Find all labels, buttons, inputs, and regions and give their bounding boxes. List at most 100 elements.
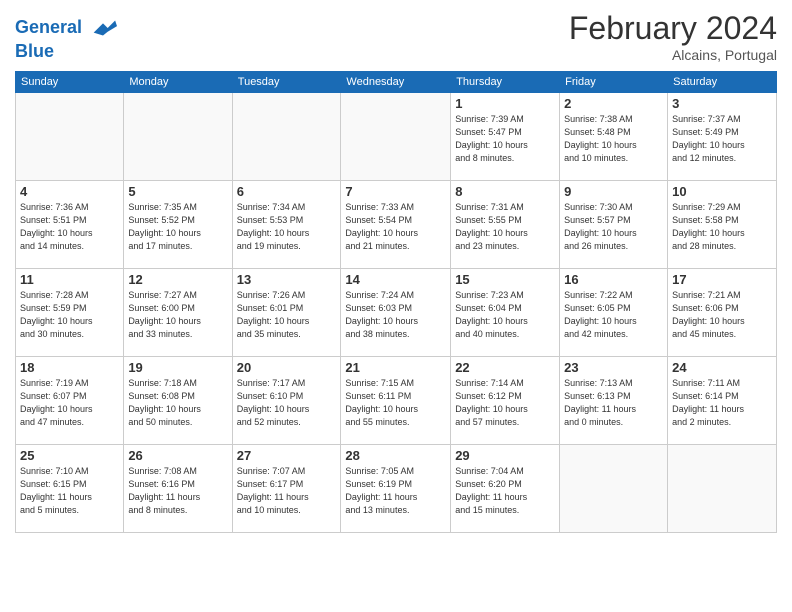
day-info: Sunrise: 7:29 AMSunset: 5:58 PMDaylight:… (672, 201, 772, 253)
day-number: 12 (128, 272, 227, 287)
day-info: Sunrise: 7:10 AMSunset: 6:15 PMDaylight:… (20, 465, 119, 517)
month-title: February 2024 (569, 10, 777, 47)
day-info: Sunrise: 7:14 AMSunset: 6:12 PMDaylight:… (455, 377, 555, 429)
logo-blue: Blue (15, 42, 117, 62)
day-info: Sunrise: 7:15 AMSunset: 6:11 PMDaylight:… (345, 377, 446, 429)
table-cell (124, 93, 232, 181)
logo-text: General (15, 14, 117, 42)
table-cell: 26 Sunrise: 7:08 AMSunset: 6:16 PMDayligh… (124, 445, 232, 533)
table-cell: 24 Sunrise: 7:11 AMSunset: 6:14 PMDayligh… (668, 357, 777, 445)
table-cell: 6 Sunrise: 7:34 AMSunset: 5:53 PMDaylight… (232, 181, 341, 269)
day-number: 16 (564, 272, 663, 287)
day-number: 24 (672, 360, 772, 375)
day-number: 11 (20, 272, 119, 287)
day-info: Sunrise: 7:26 AMSunset: 6:01 PMDaylight:… (237, 289, 337, 341)
day-number: 25 (20, 448, 119, 463)
day-info: Sunrise: 7:21 AMSunset: 6:06 PMDaylight:… (672, 289, 772, 341)
table-cell: 4 Sunrise: 7:36 AMSunset: 5:51 PMDaylight… (16, 181, 124, 269)
table-cell (16, 93, 124, 181)
table-cell: 23Sunrise: 7:13 AMSunset: 6:13 PMDayligh… (560, 357, 668, 445)
week-row-4: 18 Sunrise: 7:19 AMSunset: 6:07 PMDayligh… (16, 357, 777, 445)
table-cell: 16 Sunrise: 7:22 AMSunset: 6:05 PMDayligh… (560, 269, 668, 357)
table-cell (341, 93, 451, 181)
day-number: 1 (455, 96, 555, 111)
day-info: Sunrise: 7:05 AMSunset: 6:19 PMDaylight:… (345, 465, 446, 517)
table-cell: 21 Sunrise: 7:15 AMSunset: 6:11 PMDayligh… (341, 357, 451, 445)
table-cell: 7 Sunrise: 7:33 AMSunset: 5:54 PMDaylight… (341, 181, 451, 269)
table-cell: 3Sunrise: 7:37 AMSunset: 5:49 PMDaylight… (668, 93, 777, 181)
day-info: Sunrise: 7:30 AMSunset: 5:57 PMDaylight:… (564, 201, 663, 253)
table-cell: 5 Sunrise: 7:35 AMSunset: 5:52 PMDaylight… (124, 181, 232, 269)
table-cell: 20Sunrise: 7:17 AMSunset: 6:10 PMDayligh… (232, 357, 341, 445)
header-tuesday: Tuesday (232, 72, 341, 93)
day-info: Sunrise: 7:19 AMSunset: 6:07 PMDaylight:… (20, 377, 119, 429)
day-number: 29 (455, 448, 555, 463)
day-number: 14 (345, 272, 446, 287)
day-number: 8 (455, 184, 555, 199)
table-cell: 29 Sunrise: 7:04 AMSunset: 6:20 PMDayligh… (451, 445, 560, 533)
table-cell: 12 Sunrise: 7:27 AMSunset: 6:00 PMDayligh… (124, 269, 232, 357)
logo-general: General (15, 17, 82, 37)
day-info: Sunrise: 7:22 AMSunset: 6:05 PMDaylight:… (564, 289, 663, 341)
logo-bird-icon (89, 14, 117, 42)
day-number: 3 (672, 96, 772, 111)
table-cell: 2Sunrise: 7:38 AMSunset: 5:48 PMDaylight… (560, 93, 668, 181)
location: Alcains, Portugal (569, 47, 777, 63)
table-cell: 9 Sunrise: 7:30 AMSunset: 5:57 PMDaylight… (560, 181, 668, 269)
day-info: Sunrise: 7:13 AMSunset: 6:13 PMDaylight:… (564, 377, 663, 429)
day-number: 13 (237, 272, 337, 287)
day-number: 15 (455, 272, 555, 287)
header-thursday: Thursday (451, 72, 560, 93)
table-cell: 10Sunrise: 7:29 AMSunset: 5:58 PMDayligh… (668, 181, 777, 269)
day-info: Sunrise: 7:31 AMSunset: 5:55 PMDaylight:… (455, 201, 555, 253)
day-info: Sunrise: 7:11 AMSunset: 6:14 PMDaylight:… (672, 377, 772, 429)
logo: General Blue (15, 14, 117, 62)
table-cell (668, 445, 777, 533)
day-number: 4 (20, 184, 119, 199)
day-info: Sunrise: 7:07 AMSunset: 6:17 PMDaylight:… (237, 465, 337, 517)
week-row-2: 4 Sunrise: 7:36 AMSunset: 5:51 PMDaylight… (16, 181, 777, 269)
page: General Blue February 2024 Alcains, Port… (0, 0, 792, 612)
header-friday: Friday (560, 72, 668, 93)
day-number: 21 (345, 360, 446, 375)
table-cell: 15 Sunrise: 7:23 AMSunset: 6:04 PMDayligh… (451, 269, 560, 357)
day-number: 26 (128, 448, 227, 463)
table-cell: 22 Sunrise: 7:14 AMSunset: 6:12 PMDayligh… (451, 357, 560, 445)
header-wednesday: Wednesday (341, 72, 451, 93)
day-number: 27 (237, 448, 337, 463)
day-number: 17 (672, 272, 772, 287)
day-info: Sunrise: 7:34 AMSunset: 5:53 PMDaylight:… (237, 201, 337, 253)
table-cell (232, 93, 341, 181)
day-number: 9 (564, 184, 663, 199)
table-cell: 25 Sunrise: 7:10 AMSunset: 6:15 PMDayligh… (16, 445, 124, 533)
day-number: 18 (20, 360, 119, 375)
day-number: 28 (345, 448, 446, 463)
table-cell: 27 Sunrise: 7:07 AMSunset: 6:17 PMDayligh… (232, 445, 341, 533)
week-row-5: 25 Sunrise: 7:10 AMSunset: 6:15 PMDayligh… (16, 445, 777, 533)
table-cell: 28 Sunrise: 7:05 AMSunset: 6:19 PMDayligh… (341, 445, 451, 533)
day-info: Sunrise: 7:35 AMSunset: 5:52 PMDaylight:… (128, 201, 227, 253)
header: General Blue February 2024 Alcains, Port… (15, 10, 777, 63)
day-info: Sunrise: 7:08 AMSunset: 6:16 PMDaylight:… (128, 465, 227, 517)
day-info: Sunrise: 7:36 AMSunset: 5:51 PMDaylight:… (20, 201, 119, 253)
header-sunday: Sunday (16, 72, 124, 93)
table-cell: 13 Sunrise: 7:26 AMSunset: 6:01 PMDayligh… (232, 269, 341, 357)
day-number: 5 (128, 184, 227, 199)
day-info: Sunrise: 7:24 AMSunset: 6:03 PMDaylight:… (345, 289, 446, 341)
day-info: Sunrise: 7:18 AMSunset: 6:08 PMDaylight:… (128, 377, 227, 429)
header-monday: Monday (124, 72, 232, 93)
day-info: Sunrise: 7:04 AMSunset: 6:20 PMDaylight:… (455, 465, 555, 517)
day-info: Sunrise: 7:38 AMSunset: 5:48 PMDaylight:… (564, 113, 663, 165)
day-info: Sunrise: 7:27 AMSunset: 6:00 PMDaylight:… (128, 289, 227, 341)
day-number: 7 (345, 184, 446, 199)
table-cell: 14 Sunrise: 7:24 AMSunset: 6:03 PMDayligh… (341, 269, 451, 357)
day-info: Sunrise: 7:17 AMSunset: 6:10 PMDaylight:… (237, 377, 337, 429)
day-info: Sunrise: 7:33 AMSunset: 5:54 PMDaylight:… (345, 201, 446, 253)
calendar-header-row: Sunday Monday Tuesday Wednesday Thursday… (16, 72, 777, 93)
table-cell: 17 Sunrise: 7:21 AMSunset: 6:06 PMDayligh… (668, 269, 777, 357)
day-number: 19 (128, 360, 227, 375)
day-number: 22 (455, 360, 555, 375)
day-info: Sunrise: 7:39 AMSunset: 5:47 PMDaylight:… (455, 113, 555, 165)
day-number: 6 (237, 184, 337, 199)
day-info: Sunrise: 7:23 AMSunset: 6:04 PMDaylight:… (455, 289, 555, 341)
